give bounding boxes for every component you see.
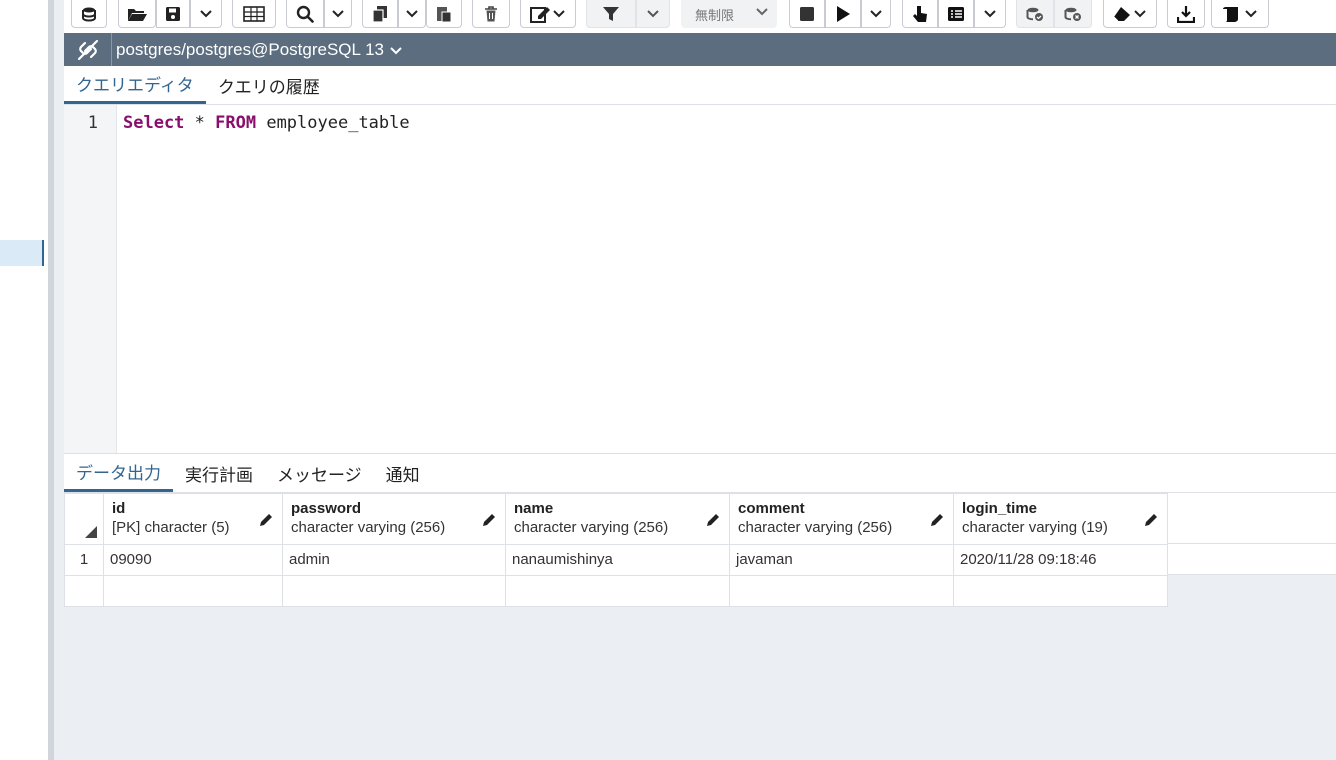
sql-keyword: Select	[123, 113, 185, 133]
column-header-password[interactable]: password character varying (256)	[282, 493, 506, 545]
new-row[interactable]	[64, 575, 1168, 607]
explain-analyze-icon[interactable]	[938, 0, 974, 28]
column-type: character varying (256)	[514, 519, 669, 536]
clear-icon[interactable]	[1103, 0, 1157, 28]
edit-dropdown-icon[interactable]	[520, 0, 576, 28]
table-cell[interactable]: 2020/11/28 09:18:46	[953, 544, 1168, 576]
macros-icon[interactable]	[1211, 0, 1269, 28]
row-limit-select[interactable]: 無制限	[681, 0, 777, 28]
pencil-icon	[707, 514, 719, 526]
delete-icon[interactable]	[472, 0, 510, 28]
column-type: character varying (256)	[738, 519, 893, 536]
pencil-icon	[931, 514, 943, 526]
folder-open-icon[interactable]	[118, 0, 156, 28]
connection-bar: postgres/postgres@PostgreSQL 13	[64, 33, 1336, 66]
search-dropdown-icon[interactable]	[324, 0, 352, 28]
column-name: id	[112, 500, 126, 517]
pencil-icon	[260, 514, 272, 526]
line-number: 1	[87, 113, 98, 133]
tab-notifications[interactable]: 通知	[374, 454, 432, 492]
query-toolbar: 無制限	[64, 0, 1336, 33]
result-tabs: データ出力 実行計画 メッセージ 通知	[64, 453, 1336, 493]
tab-messages[interactable]: メッセージ	[265, 454, 374, 492]
column-header-login-time[interactable]: login_time character varying (19)	[953, 493, 1168, 545]
column-header-name[interactable]: name character varying (256)	[505, 493, 730, 545]
execute-dropdown-icon[interactable]	[861, 0, 891, 28]
column-type: character varying (19)	[962, 519, 1108, 536]
grid-row-filler	[1167, 544, 1336, 575]
tab-query-history[interactable]: クエリの履歴	[206, 66, 332, 104]
table-cell[interactable]: nanaumishinya	[505, 544, 730, 576]
sql-operator: *	[184, 113, 216, 133]
commit-icon[interactable]	[1016, 0, 1054, 28]
browser-tree-pane	[0, 0, 48, 760]
rollback-icon[interactable]	[1054, 0, 1092, 28]
table-cell[interactable]	[282, 575, 506, 607]
chevron-down-icon	[756, 8, 768, 16]
table-cell[interactable]	[729, 575, 954, 607]
stop-icon[interactable]	[789, 0, 825, 28]
pencil-icon	[1145, 514, 1157, 526]
column-name: password	[291, 500, 362, 517]
table-cell[interactable]: admin	[282, 544, 506, 576]
explain-icon[interactable]	[902, 0, 938, 28]
row-number[interactable]: 1	[64, 544, 104, 576]
copy-dropdown-icon[interactable]	[398, 0, 426, 28]
tab-query-editor[interactable]: クエリエディタ	[64, 66, 206, 104]
column-type: [PK] character (5)	[112, 519, 230, 536]
query-tabs: クエリエディタ クエリの履歴	[64, 66, 1336, 105]
explain-dropdown-icon[interactable]	[974, 0, 1006, 28]
column-type: character varying (256)	[291, 519, 446, 536]
table-cell[interactable]	[505, 575, 730, 607]
save-dropdown-icon[interactable]	[190, 0, 222, 28]
pane-splitter[interactable]	[48, 0, 64, 760]
table-cell[interactable]	[103, 575, 283, 607]
search-icon[interactable]	[286, 0, 324, 28]
save-icon[interactable]	[156, 0, 190, 28]
download-icon[interactable]	[1167, 0, 1205, 28]
sql-editor[interactable]: 1 Select * FROM employee_table	[64, 105, 1336, 453]
pgadmin-query-tool: 無制限 postgres/postgres@PostgreSQL 13 クエリエ…	[0, 0, 1336, 760]
connection-status-icon[interactable]	[64, 33, 112, 66]
edit-grid-icon[interactable]	[232, 0, 276, 28]
filter-dropdown-icon[interactable]	[636, 0, 670, 28]
execute-icon[interactable]	[825, 0, 861, 28]
paste-icon[interactable]	[426, 0, 462, 28]
column-header-id[interactable]: id [PK] character (5)	[103, 493, 283, 545]
sql-keyword: FROM	[215, 113, 257, 133]
tree-selected-item[interactable]	[0, 240, 44, 266]
data-output-grid: id [PK] character (5) password character…	[64, 493, 1336, 760]
tab-data-output[interactable]: データ出力	[64, 454, 173, 492]
column-header-comment[interactable]: comment character varying (256)	[729, 493, 954, 545]
table-cell[interactable]: javaman	[729, 544, 954, 576]
table-cell[interactable]: 09090	[103, 544, 283, 576]
select-all-corner[interactable]	[64, 493, 104, 545]
pencil-icon	[483, 514, 495, 526]
column-name: comment	[738, 500, 805, 517]
filter-icon[interactable]	[586, 0, 636, 28]
chevron-down-icon[interactable]	[390, 47, 402, 55]
column-name: name	[514, 500, 554, 517]
sql-identifier: employee_table	[256, 113, 410, 133]
line-gutter: 1	[64, 105, 117, 453]
row-limit-value: 無制限	[695, 8, 735, 24]
table-cell[interactable]	[953, 575, 1168, 607]
tab-explain[interactable]: 実行計画	[173, 454, 265, 492]
copy-icon[interactable]	[362, 0, 398, 28]
connection-label[interactable]: postgres/postgres@PostgreSQL 13	[116, 40, 384, 60]
column-name: login_time	[962, 500, 1038, 517]
table-row[interactable]: 1 09090 admin nanaumishinya javaman 2020…	[64, 544, 1168, 576]
grid-header-filler	[1167, 493, 1336, 544]
row-number[interactable]	[64, 575, 104, 607]
database-icon[interactable]	[71, 0, 107, 28]
result-table: id [PK] character (5) password character…	[64, 493, 1168, 607]
table-header-row: id [PK] character (5) password character…	[64, 493, 1168, 545]
sql-code-line[interactable]: Select * FROM employee_table	[123, 113, 410, 133]
